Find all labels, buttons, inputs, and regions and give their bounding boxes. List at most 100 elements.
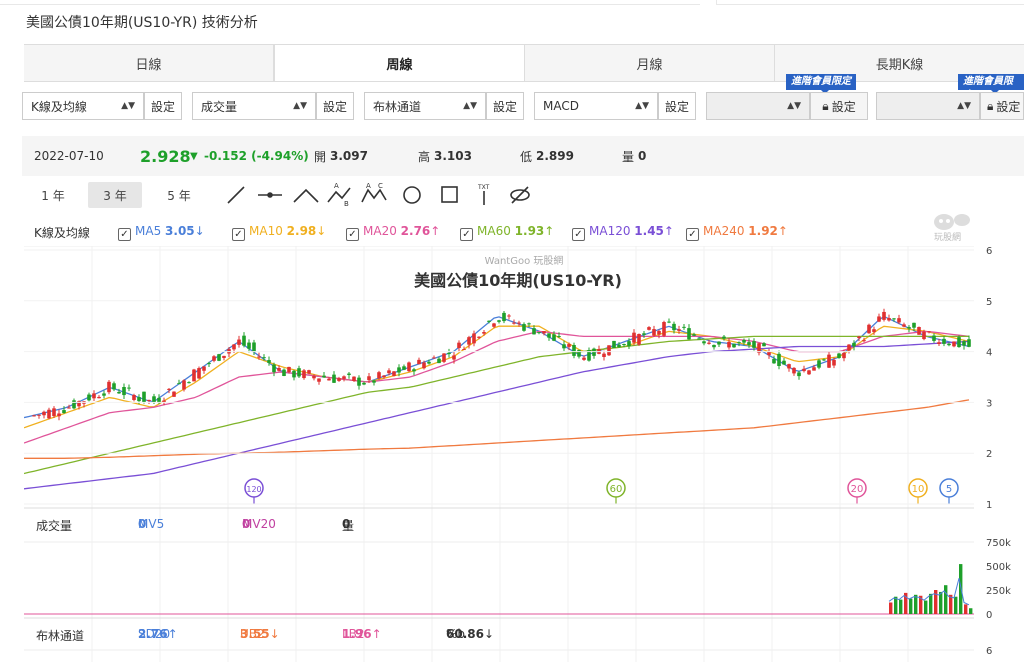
candlestick (682, 324, 686, 330)
volume-settings-button[interactable]: 設定 (316, 92, 354, 120)
sd20-label: SD20 (138, 627, 171, 641)
volume-axis-tick: 0 (986, 610, 992, 621)
main-indicator-settings-button[interactable]: 設定 (144, 92, 182, 120)
candlestick (142, 391, 146, 404)
locked-settings-button-2[interactable]: 🔒︎ 設定 (980, 92, 1024, 120)
candlestick (592, 347, 596, 359)
ma240-value: 1.92 (748, 224, 778, 238)
candlestick (837, 352, 841, 359)
candlesticks (32, 308, 971, 421)
candlestick (402, 364, 406, 371)
price-chart[interactable]: WantGoo 玩股網 美國公債10年期(US10-YR) 120 60 20 10 5… (24, 246, 1024, 666)
svg-text:10: 10 (912, 484, 925, 495)
bollinger-select[interactable]: 布林通道 ▲▼ (364, 92, 486, 120)
abcd-pattern-icon[interactable]: AB (327, 182, 351, 208)
vip-badge: 進階會員限定 (958, 74, 1024, 101)
hide-icon[interactable] (510, 186, 530, 204)
low-value: 2.899 (536, 149, 574, 163)
locked-indicator-select-2[interactable]: ▲▼ (876, 92, 980, 120)
candlestick (322, 371, 326, 378)
volume-select[interactable]: 成交量 ▲▼ (192, 92, 316, 120)
candlestick (762, 342, 766, 347)
volume-value: 0 (638, 149, 647, 163)
quote-date: 2022-07-10 (34, 149, 104, 163)
circle-icon[interactable] (403, 186, 421, 204)
drawing-toolbar: 1 年 3 年 5 年 AB AC TXT (26, 182, 626, 208)
candlestick (877, 313, 881, 323)
candlestick (732, 343, 736, 348)
svg-text:120: 120 (246, 485, 261, 494)
trend-line-icon[interactable] (227, 186, 245, 204)
locked-settings-label: 設定 (996, 99, 1021, 114)
candlestick (867, 323, 871, 334)
candlestick (757, 342, 761, 356)
tab-daily[interactable]: 日線 (24, 45, 274, 81)
ma60-arrow: ↑ (544, 224, 555, 238)
candlestick (537, 332, 541, 335)
ma20-toggle[interactable]: ✓ MA20 2.76↑ (346, 224, 440, 241)
candlestick (347, 372, 351, 379)
candlestick (717, 341, 721, 347)
brand-logo: 玩股網 (928, 208, 974, 243)
text-icon[interactable]: TXT (477, 184, 490, 205)
ma-marker-20: 20 (847, 478, 867, 504)
rectangle-icon[interactable] (441, 186, 458, 203)
logo-text: 玩股網 (934, 233, 962, 243)
candlestick (502, 311, 506, 324)
candlestick (932, 333, 936, 343)
ma120-toggle[interactable]: ✓ MA120 1.45↑ (572, 224, 674, 241)
main-indicator-select[interactable]: K線及均線 ▲▼ (22, 92, 144, 120)
tab-weekly[interactable]: 周線 (274, 45, 525, 81)
locked-indicator-select-1[interactable]: ▲▼ (706, 92, 810, 120)
candlestick (967, 335, 971, 348)
vol-item: 量 0 (342, 517, 354, 533)
ma60-name: MA60 (477, 224, 511, 238)
candlestick (917, 326, 921, 335)
candlestick (102, 390, 106, 399)
ma240-toggle[interactable]: ✓ MA240 1.92↑ (686, 224, 788, 241)
ma120-value: 1.45 (634, 224, 664, 238)
macd-select[interactable]: MACD ▲▼ (534, 92, 658, 120)
ma-markers: 120 60 20 10 5 (244, 478, 959, 504)
candlestick (957, 335, 961, 348)
range-5-year-button[interactable]: 5 年 (152, 182, 206, 208)
top-bar-left (0, 0, 700, 5)
candlestick (572, 342, 576, 359)
svg-text:C: C (378, 182, 383, 190)
range-1-year-button[interactable]: 1 年 (26, 182, 80, 208)
locked-settings-label: 設定 (831, 99, 856, 114)
mv5-item: MV5 0 (138, 517, 164, 531)
volume-bars (24, 564, 974, 615)
candlestick (702, 340, 706, 346)
candlestick (802, 365, 806, 373)
chart-watermark: WantGoo 玩股網 (485, 254, 564, 267)
sd20-item: SD20 2.76 ↑ (138, 627, 178, 641)
candlestick (307, 369, 311, 375)
candlestick (202, 366, 206, 374)
volume-axis-tick: 250k (986, 586, 1011, 597)
candlestick (282, 368, 286, 377)
range-3-year-button[interactable]: 3 年 (88, 182, 142, 208)
volume-bar (954, 596, 958, 614)
angle-icon[interactable] (293, 188, 319, 203)
ma-marker-60: 60 (606, 478, 626, 504)
ma5-toggle[interactable]: ✓ MA5 3.05↓ (118, 224, 205, 241)
candlestick (687, 324, 691, 340)
candlestick (962, 340, 966, 350)
ma10-toggle[interactable]: ✓ MA10 2.98↓ (232, 224, 326, 241)
candlestick (57, 409, 61, 421)
bollinger-settings-button[interactable]: 設定 (486, 92, 524, 120)
mv5-label: MV5 (138, 517, 165, 531)
select-arrows-icon: ▲▼ (957, 101, 971, 111)
locked-settings-button-1[interactable]: 🔒︎ 設定 (810, 92, 868, 120)
pb-item: %b 60.86 ↓ (446, 627, 494, 641)
ma60-toggle[interactable]: ✓ MA60 1.93↑ (460, 224, 554, 241)
candlestick (652, 325, 656, 338)
ma5-name: MA5 (135, 224, 162, 238)
macd-settings-button[interactable]: 設定 (658, 92, 696, 120)
horizontal-line-icon[interactable] (258, 192, 282, 198)
candlestick (332, 371, 336, 383)
volume-label: 量 (622, 149, 635, 164)
tab-monthly[interactable]: 月線 (525, 45, 775, 81)
xabcd-pattern-icon[interactable]: AC (361, 182, 387, 203)
